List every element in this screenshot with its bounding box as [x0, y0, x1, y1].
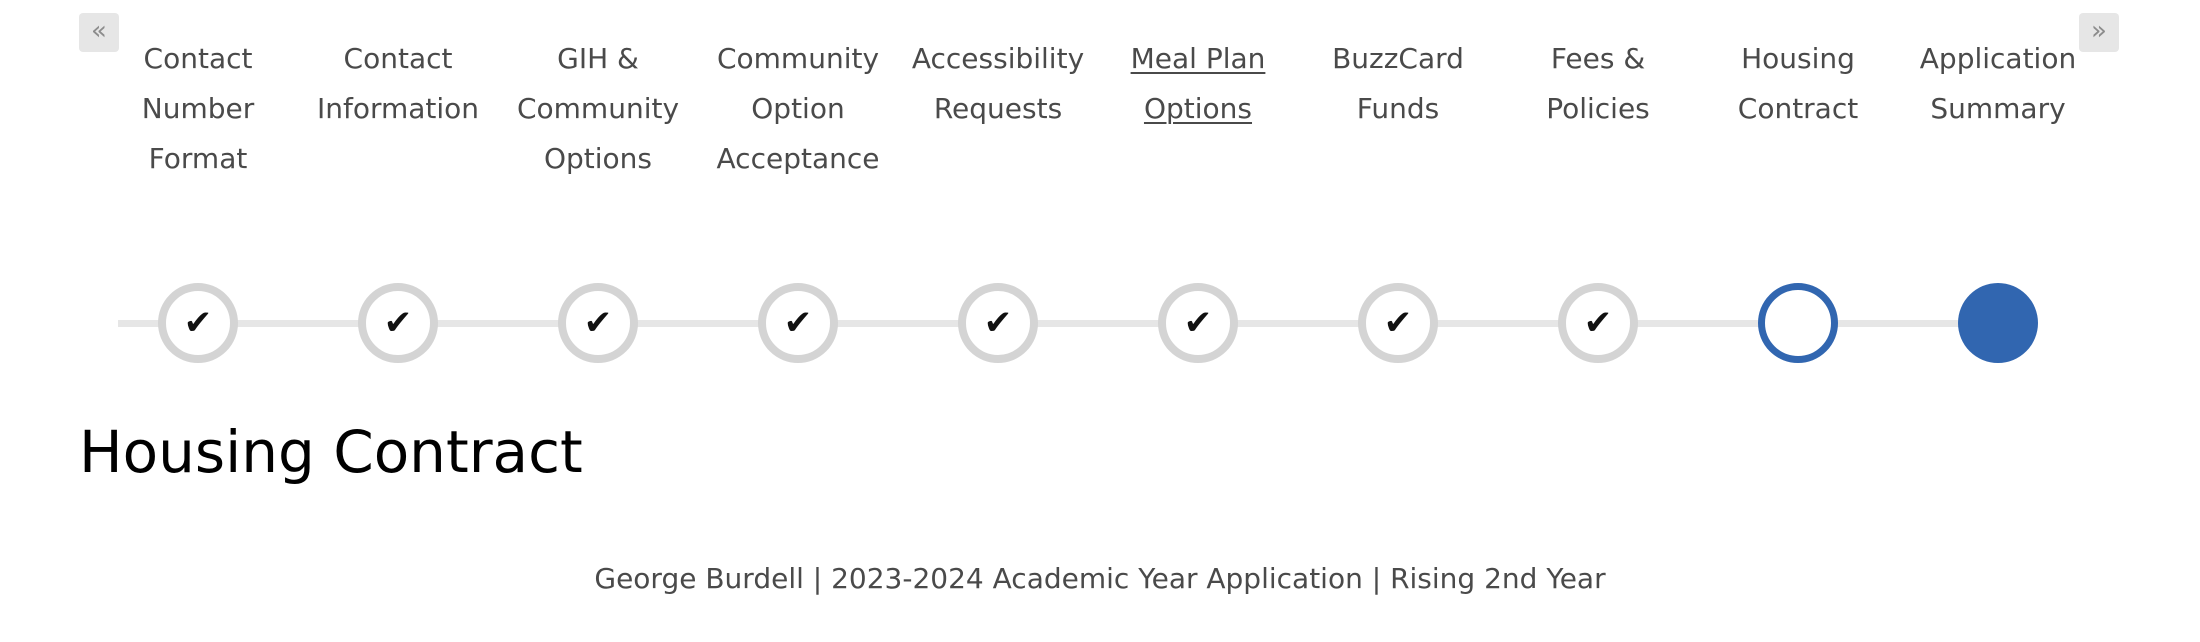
step-label-buzzcard-funds: BuzzCard Funds — [1332, 42, 1464, 125]
checkmark-icon: ✔ — [583, 303, 613, 343]
checkmark-icon: ✔ — [783, 303, 813, 343]
step-label-community-option-acceptance: Community Option Acceptance — [716, 42, 880, 175]
step-label-fees-policies: Fees & Policies — [1546, 42, 1650, 125]
step-label-contact-information: Contact Information — [316, 42, 480, 125]
step-label-gih-community-options: GIH & Community Options — [516, 42, 680, 175]
step-marker-application-summary — [1958, 283, 2038, 363]
step-label-contact-number-format: Contact Number Format — [141, 42, 255, 175]
step-label-meal-plan-options[interactable]: Meal Plan Options — [1100, 34, 1296, 134]
step-marker-contact-number-format[interactable]: ✔ — [158, 283, 238, 363]
applicant-info: George Burdell | 2023-2024 Academic Year… — [594, 562, 1606, 595]
step-marker-accessibility-requests[interactable]: ✔ — [958, 283, 1038, 363]
step-label-application-summary: Application Summary — [1919, 42, 2077, 125]
step-labels: Contact Number Format Contact Informatio… — [0, 34, 2200, 184]
step-label-accessibility-requests: Accessibility Requests — [911, 42, 1085, 125]
step-marker-housing-contract — [1758, 283, 1838, 363]
step-marker-contact-information[interactable]: ✔ — [358, 283, 438, 363]
checkmark-icon: ✔ — [383, 303, 413, 343]
checkmark-icon: ✔ — [183, 303, 213, 343]
step-marker-gih-community-options[interactable]: ✔ — [558, 283, 638, 363]
checkmark-icon: ✔ — [1583, 303, 1613, 343]
step-marker-community-option-acceptance[interactable]: ✔ — [758, 283, 838, 363]
step-label-housing-contract: Housing Contract — [1737, 42, 1859, 125]
checkmark-icon: ✔ — [1183, 303, 1213, 343]
checkmark-icon: ✔ — [983, 303, 1013, 343]
step-marker-meal-plan-options[interactable]: ✔ — [1158, 283, 1238, 363]
checkmark-icon: ✔ — [1383, 303, 1413, 343]
step-marker-buzzcard-funds[interactable]: ✔ — [1358, 283, 1438, 363]
page-title: Housing Contract — [79, 418, 583, 486]
step-marker-fees-policies[interactable]: ✔ — [1558, 283, 1638, 363]
